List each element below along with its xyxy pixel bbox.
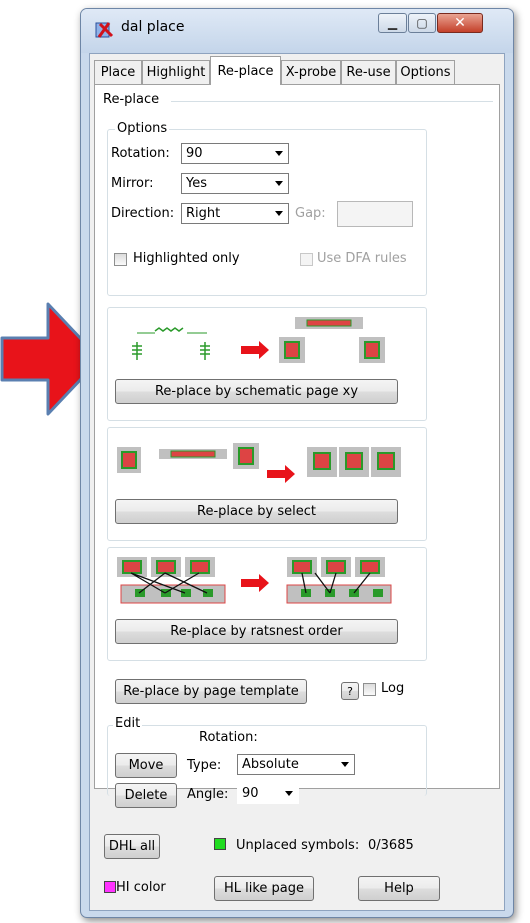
unplaced-symbols-value: 0/3685 <box>368 838 414 853</box>
hl-like-page-button[interactable]: HL like page <box>214 876 314 901</box>
gap-label: Gap: <box>295 206 326 221</box>
minimize-button[interactable]: ▁ <box>378 13 407 33</box>
re-place-by-page-template-button[interactable]: Re-place by page template <box>115 679 307 704</box>
type-label: Type: <box>187 758 222 773</box>
direction-value: Right <box>186 206 221 221</box>
help-button[interactable]: Help <box>358 876 440 901</box>
tab-options[interactable]: Options <box>396 60 455 84</box>
tab-re-use[interactable]: Re-use <box>341 60 396 84</box>
tab-x-probe[interactable]: X-probe <box>281 60 341 84</box>
app-icon <box>95 22 114 38</box>
angle-select[interactable]: 90 <box>237 783 299 804</box>
tab-place[interactable]: Place <box>94 60 142 84</box>
re-place-by-ratsnest-order-button[interactable]: Re-place by ratsnest order <box>115 619 398 644</box>
dal-place-window: dal place ▁ ▢ ✕ Place Highlight Re-place… <box>80 8 514 918</box>
close-icon: ✕ <box>454 15 466 31</box>
minimize-icon: ▁ <box>387 16 398 30</box>
move-button[interactable]: Move <box>115 753 177 778</box>
log-label: Log <box>381 681 405 696</box>
re-place-by-schematic-xy-button[interactable]: Re-place by schematic page xy <box>115 379 398 404</box>
rotation-select[interactable]: 90 <box>181 143 289 164</box>
schematic-xy-illustration-icon <box>113 317 385 363</box>
unplaced-status-swatch <box>214 838 226 850</box>
hi-color-label: HI color <box>116 880 166 895</box>
chevron-down-icon <box>285 791 293 796</box>
chevron-down-icon <box>275 211 283 216</box>
direction-select[interactable]: Right <box>181 203 289 224</box>
rotation-value: 90 <box>186 146 203 161</box>
mirror-select[interactable]: Yes <box>181 173 289 194</box>
edit-rotation-header: Rotation: <box>199 730 258 745</box>
close-button[interactable]: ✕ <box>437 13 483 33</box>
help-question-button[interactable]: ? <box>341 682 359 700</box>
mirror-label: Mirror: <box>111 176 154 191</box>
use-dfa-rules-checkbox[interactable] <box>300 253 313 266</box>
mirror-value: Yes <box>186 176 207 191</box>
title-bar[interactable]: dal place ▁ ▢ ✕ <box>81 9 513 53</box>
log-checkbox[interactable] <box>363 683 376 696</box>
rotation-label: Rotation: <box>111 146 170 161</box>
re-place-panel: Re-place Options Rotation: 90 Mirror: Ye… <box>94 85 500 808</box>
hi-color-swatch[interactable] <box>104 881 116 893</box>
chevron-down-icon <box>341 762 349 767</box>
angle-value: 90 <box>242 786 259 801</box>
highlighted-only-label: Highlighted only <box>133 251 240 266</box>
edit-legend: Edit <box>113 716 143 731</box>
re-place-by-select-button[interactable]: Re-place by select <box>115 499 398 524</box>
window-title: dal place <box>121 19 185 35</box>
highlighted-only-checkbox[interactable] <box>114 253 127 266</box>
re-place-legend-line <box>171 101 493 102</box>
tab-highlight[interactable]: Highlight <box>142 60 210 84</box>
options-legend: Options <box>115 121 170 136</box>
delete-button[interactable]: Delete <box>115 783 177 808</box>
dhl-all-button[interactable]: DHL all <box>104 834 160 859</box>
unplaced-symbols-label: Unplaced symbols: <box>236 838 360 853</box>
ratsnest-illustration-icon <box>117 557 392 604</box>
gap-input[interactable] <box>337 201 413 227</box>
angle-label: Angle: <box>187 787 229 802</box>
tab-re-place[interactable]: Re-place <box>210 56 281 85</box>
type-value: Absolute <box>242 757 299 772</box>
select-illustration-icon <box>117 443 401 483</box>
maximize-button[interactable]: ▢ <box>408 13 436 33</box>
client-area: Place Highlight Re-place X-probe Re-use … <box>89 53 505 911</box>
direction-label: Direction: <box>111 206 175 221</box>
chevron-down-icon <box>275 181 283 186</box>
type-select[interactable]: Absolute <box>237 754 355 775</box>
chevron-down-icon <box>275 151 283 156</box>
re-place-legend: Re-place <box>101 92 162 107</box>
maximize-icon: ▢ <box>416 16 428 30</box>
use-dfa-rules-label: Use DFA rules <box>317 251 407 266</box>
